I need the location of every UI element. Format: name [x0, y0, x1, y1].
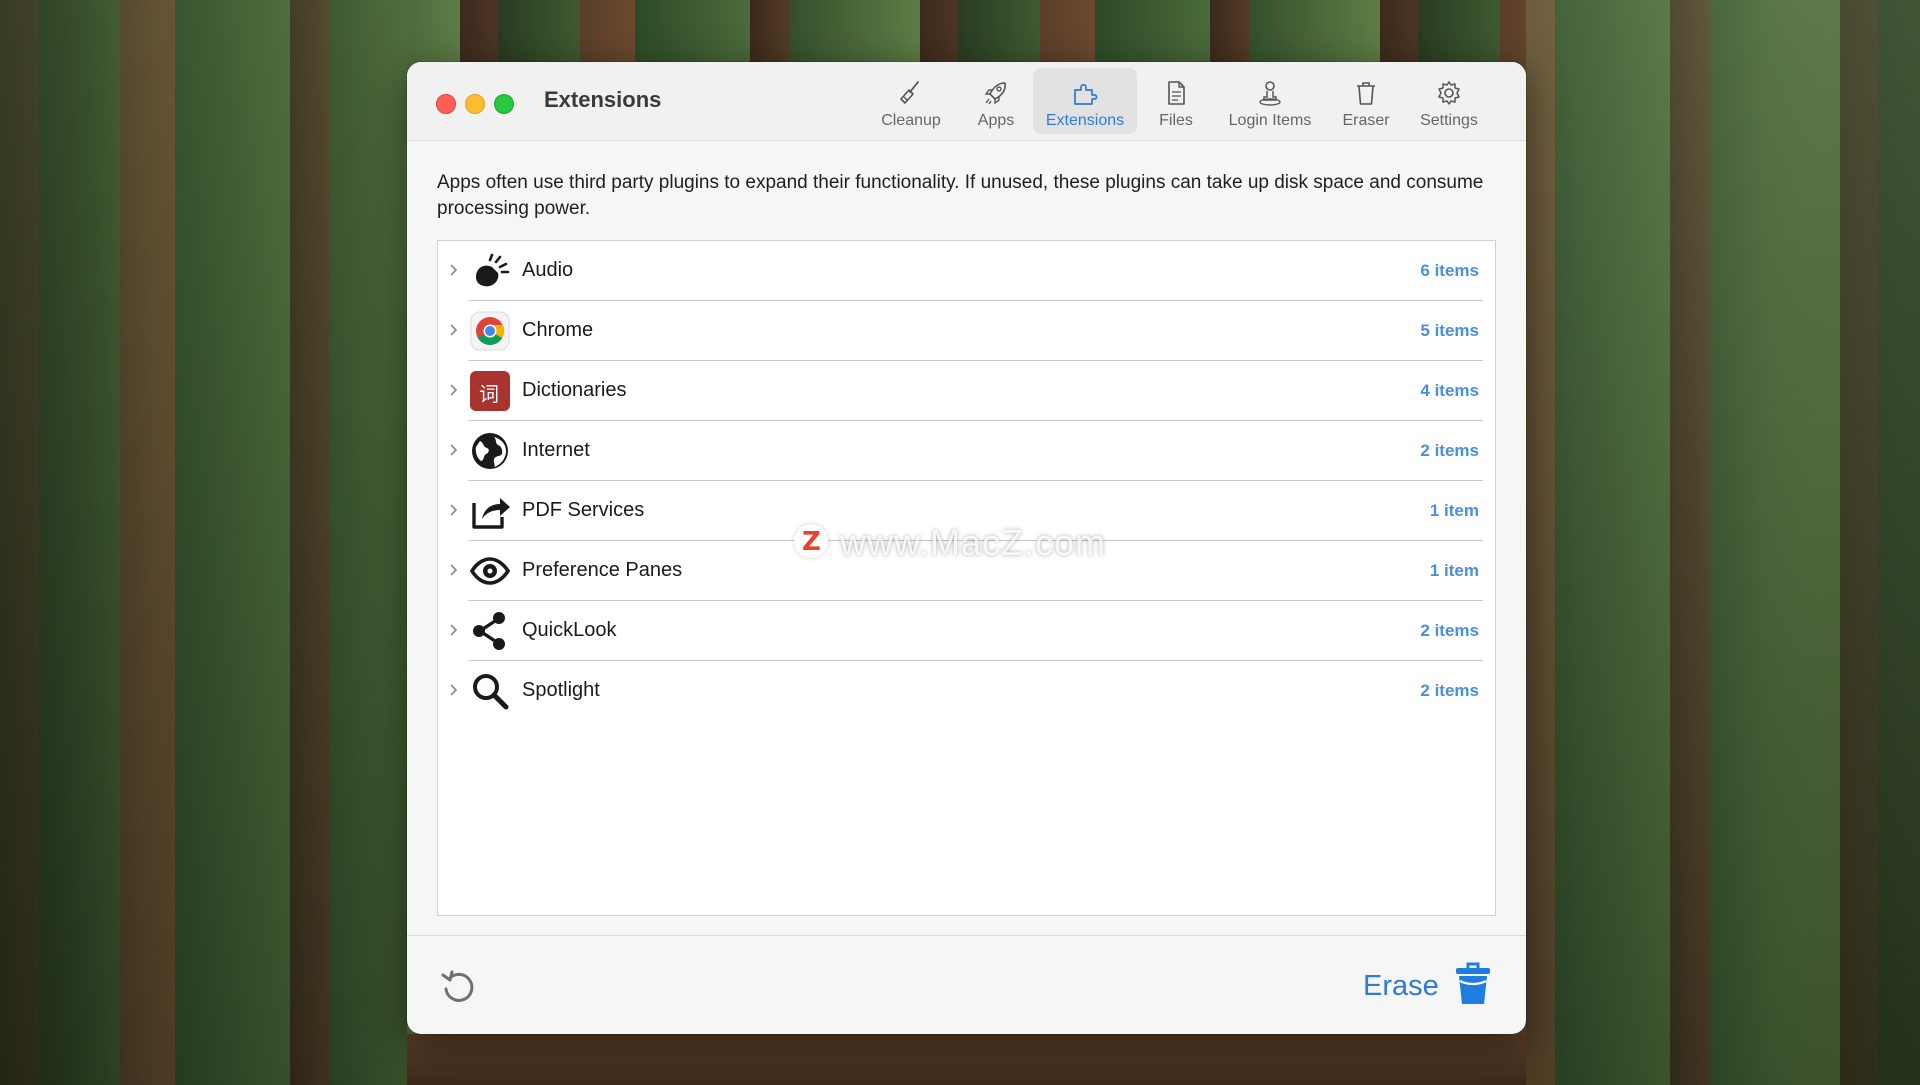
window-title: Extensions: [544, 87, 662, 112]
chevron-right-icon[interactable]: [448, 501, 460, 519]
magnifier-icon: [473, 674, 509, 710]
watermark: Z www.MacZ.com: [794, 518, 1134, 568]
audio-icon: [476, 253, 510, 287]
desktop-background-left: [0, 0, 407, 1085]
tab-label: Login Items: [1228, 112, 1312, 129]
gear-icon: [1438, 81, 1460, 105]
list-item-quicklook[interactable]: QuickLook 2 items: [438, 601, 1495, 661]
document-icon: [1168, 81, 1185, 105]
extension-label: QuickLook: [522, 619, 617, 641]
tab-apps[interactable]: Apps: [960, 68, 1032, 134]
chevron-right-icon[interactable]: [448, 261, 460, 279]
tab-extensions[interactable]: Extensions: [1033, 68, 1137, 134]
erase-button[interactable]: Erase: [1363, 970, 1439, 1003]
item-count: 2 items: [1420, 681, 1479, 700]
chevron-right-icon[interactable]: [448, 321, 460, 339]
tab-label: Extensions: [1045, 112, 1125, 129]
extension-label: Internet: [522, 439, 590, 461]
tab-label: Files: [1159, 112, 1193, 129]
desktop-background-bottom: [407, 1034, 1526, 1085]
maximize-window-button[interactable]: [494, 94, 514, 114]
tab-label: Apps: [977, 112, 1015, 129]
dictionary-glyph: 词: [479, 382, 499, 406]
rocket-icon: [984, 82, 1006, 105]
extension-label: Audio: [522, 259, 574, 281]
list-item-audio[interactable]: Audio 6 items: [438, 241, 1495, 301]
footer-divider: [407, 935, 1526, 936]
description-text: Apps often use third party plugins to ex…: [437, 172, 1484, 219]
minimize-window-button[interactable]: [465, 94, 485, 114]
share-arrow-icon: [472, 498, 510, 529]
item-count: 5 items: [1420, 321, 1479, 340]
chevron-right-icon[interactable]: [448, 681, 460, 699]
watermark-text: www.MacZ.com: [840, 522, 1107, 563]
item-count: 2 items: [1420, 441, 1479, 460]
extension-label: PDF Services: [522, 499, 645, 521]
tab-files[interactable]: Files: [1141, 68, 1211, 134]
extension-label: Spotlight: [522, 679, 600, 701]
chevron-right-icon[interactable]: [448, 381, 460, 399]
chrome-icon: [470, 311, 510, 351]
tab-settings[interactable]: Settings: [1407, 68, 1491, 134]
share-nodes-icon: [473, 612, 505, 650]
refresh-icon: [441, 970, 474, 1002]
extensions-list: Audio 6 items Chrome 5 items 词 Dictionar…: [437, 240, 1496, 916]
list-item-dictionaries[interactable]: 词 Dictionaries 4 items: [438, 361, 1495, 421]
tab-eraser[interactable]: Eraser: [1327, 68, 1405, 134]
chevron-right-icon[interactable]: [448, 441, 460, 459]
desktop-background-right: [1526, 0, 1920, 1085]
puzzle-icon: [1074, 83, 1098, 105]
refresh-button[interactable]: [439, 967, 479, 1007]
tab-label: Cleanup: [881, 112, 941, 129]
list-item-chrome[interactable]: Chrome 5 items: [438, 301, 1495, 361]
item-count: 2 items: [1420, 621, 1479, 640]
title-bar: Extensions Cleanup Apps Extensions Files…: [407, 62, 1526, 141]
item-count: 1 item: [1429, 501, 1479, 520]
tab-label: Eraser: [1342, 112, 1390, 129]
erase-trash-icon[interactable]: [1453, 962, 1493, 1006]
globe-icon: [472, 433, 508, 469]
broom-icon: [900, 81, 919, 104]
preference-eye-icon: [470, 557, 510, 585]
list-item-spotlight[interactable]: Spotlight 2 items: [438, 661, 1495, 721]
chevron-right-icon[interactable]: [448, 561, 460, 579]
user-login-icon: [1259, 81, 1281, 106]
trash-icon: [1357, 82, 1375, 105]
tab-cleanup[interactable]: Cleanup: [866, 68, 956, 134]
extension-label: Dictionaries: [522, 379, 627, 401]
tab-label: Settings: [1420, 112, 1478, 129]
watermark-logo-icon: Z: [794, 524, 828, 558]
list-item-internet[interactable]: Internet 2 items: [438, 421, 1495, 481]
watermark-logo-letter: Z: [802, 527, 821, 557]
tab-login-items[interactable]: Login Items: [1215, 68, 1325, 134]
dictionary-icon: 词: [470, 371, 510, 411]
chevron-right-icon[interactable]: [448, 621, 460, 639]
extension-label: Chrome: [522, 319, 594, 341]
item-count: 1 item: [1429, 561, 1479, 580]
close-window-button[interactable]: [436, 94, 456, 114]
extension-label: Preference Panes: [522, 559, 683, 581]
item-count: 6 items: [1420, 261, 1479, 280]
item-count: 4 items: [1420, 381, 1479, 400]
